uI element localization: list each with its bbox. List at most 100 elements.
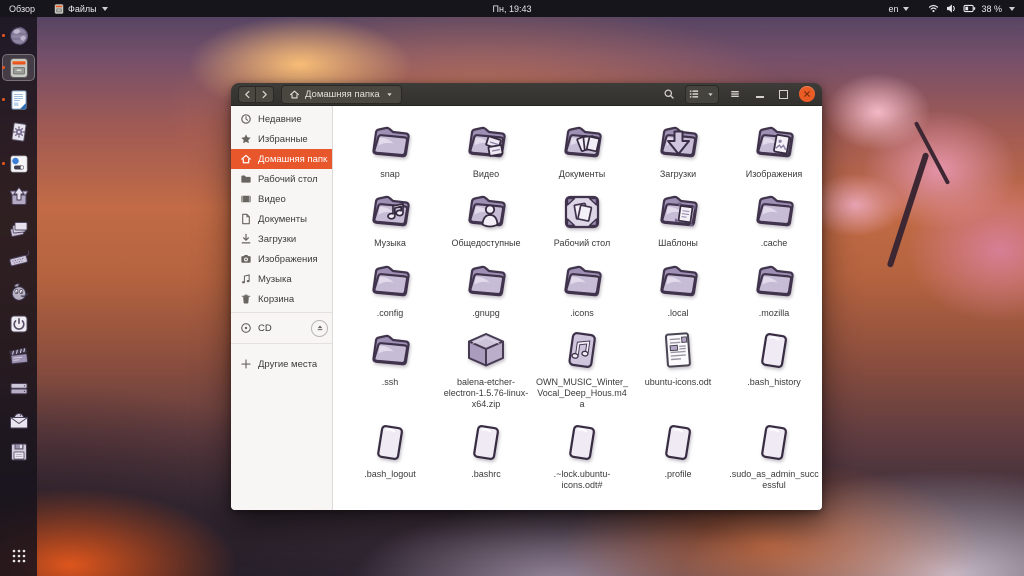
file-item[interactable]: snap	[342, 119, 438, 180]
sidebar-item-label: Другие места	[258, 359, 317, 370]
file-item[interactable]: OWN_MUSIC_Winter_Vocal_Deep_Hous.m4a	[534, 327, 630, 411]
sidebar-item[interactable]: Музыка	[231, 269, 332, 289]
sidebar-item-label: Избранные	[258, 134, 308, 145]
forward-button[interactable]	[256, 86, 274, 103]
file-item[interactable]: Шаблоны	[630, 188, 726, 249]
file-item[interactable]: Рабочий стол	[534, 188, 630, 249]
dock-item-gimp[interactable]	[2, 278, 35, 305]
dock-item-software-install[interactable]	[2, 182, 35, 209]
globe-icon	[7, 24, 31, 48]
star-icon	[240, 133, 252, 145]
file-item[interactable]: .mozilla	[726, 258, 822, 319]
sidebar-item[interactable]: Видео	[231, 189, 332, 209]
sidebar-item[interactable]: Корзина	[231, 289, 332, 309]
file-browser-content[interactable]: snap Видео Документы Загрузки	[333, 106, 822, 510]
search-button[interactable]	[660, 86, 678, 103]
file-item-label: Документы	[559, 169, 605, 180]
dock-item-backup-floppy[interactable]	[2, 438, 35, 465]
file-item[interactable]: balena-etcher-electron-1.5.76-linux-x64.…	[438, 327, 534, 411]
file-item[interactable]: .gnupg	[438, 258, 534, 319]
camera-mini-icon	[240, 253, 252, 265]
file-item[interactable]: Изображения	[726, 119, 822, 180]
sidebar-item-other-places[interactable]: Другие места	[231, 354, 332, 374]
file-item[interactable]: .ssh	[342, 327, 438, 388]
file-item[interactable]: Загрузки	[630, 119, 726, 180]
file-item[interactable]: Документы	[534, 119, 630, 180]
path-bar[interactable]: Домашняя папка	[281, 85, 402, 104]
file-item[interactable]: Общедоступные	[438, 188, 534, 249]
view-options-button[interactable]	[702, 86, 718, 103]
file-item[interactable]: Видео	[438, 119, 534, 180]
sidebar-item-label: Изображения	[258, 254, 318, 265]
navigation-buttons	[238, 86, 274, 103]
sidebar-item[interactable]: Загрузки	[231, 229, 332, 249]
folder-download-icon	[654, 119, 702, 167]
battery-icon	[963, 2, 976, 15]
window-titlebar: Домашняя папка	[231, 83, 822, 106]
view-toggle-button[interactable]	[686, 86, 702, 103]
sidebar-item[interactable]: Документы	[231, 209, 332, 229]
folder-icon	[558, 258, 606, 306]
dock-item-browser[interactable]	[2, 22, 35, 49]
keyboard-layout-label: en	[888, 4, 898, 14]
close-button[interactable]	[799, 86, 815, 102]
dock-item-hard-drive[interactable]	[2, 374, 35, 401]
file-item[interactable]: .profile	[630, 419, 726, 480]
minimize-icon	[756, 96, 764, 98]
folder-public-icon	[462, 188, 510, 236]
dock-item-writer[interactable]	[2, 86, 35, 113]
file-item[interactable]: .icons	[534, 258, 630, 319]
file-item[interactable]: Музыка	[342, 188, 438, 249]
sidebar-item[interactable]: Рабочий стол	[231, 169, 332, 189]
sidebar-item[interactable]: Избранные	[231, 129, 332, 149]
trash-mini-icon	[240, 293, 252, 305]
activities-button[interactable]: Обзор	[0, 0, 44, 17]
sidebar-item[interactable]: Недавние	[231, 109, 332, 129]
dock-item-video-editor[interactable]	[2, 342, 35, 369]
file-item-label: .icons	[570, 308, 594, 319]
dock-item-document-viewer[interactable]	[2, 118, 35, 145]
cd-icon	[240, 322, 252, 334]
dock-item-mail[interactable]	[2, 406, 35, 433]
dock-item-power-app[interactable]	[2, 310, 35, 337]
clapper-icon	[7, 344, 31, 368]
maximize-button[interactable]	[775, 86, 792, 103]
folder-icon	[750, 258, 798, 306]
dock-item-keyboard-tool[interactable]	[2, 246, 35, 273]
file-item-label: .bash_history	[747, 377, 801, 388]
dock-item-documents-stack[interactable]	[2, 214, 35, 241]
file-item[interactable]: .bash_history	[726, 327, 822, 388]
system-status-area[interactable]: 38 %	[918, 0, 1024, 17]
file-item-label: Шаблоны	[658, 238, 698, 249]
sidebar-item[interactable]: Изображения	[231, 249, 332, 269]
file-item[interactable]: .bashrc	[438, 419, 534, 480]
minimize-button[interactable]	[751, 86, 768, 103]
keyboard-layout-indicator[interactable]: en	[879, 0, 918, 17]
power-icon	[7, 312, 31, 336]
file-item[interactable]: ubuntu-icons.odt	[630, 327, 726, 388]
sidebar-item-cd[interactable]: CD	[231, 316, 332, 340]
file-item[interactable]: .~lock.ubuntu-icons.odt#	[534, 419, 630, 492]
gimp-icon	[7, 280, 31, 304]
menu-button[interactable]	[726, 86, 744, 103]
file-item[interactable]: .bash_logout	[342, 419, 438, 480]
app-menu-label: Файлы	[68, 4, 97, 14]
file-item[interactable]: .local	[630, 258, 726, 319]
eject-button[interactable]	[311, 320, 328, 337]
file-item[interactable]: .cache	[726, 188, 822, 249]
file-item[interactable]: .sudo_as_admin_successful	[726, 419, 822, 492]
show-applications-button[interactable]	[2, 542, 35, 569]
sidebar-item-label: Корзина	[258, 294, 294, 305]
dock-item-files[interactable]	[2, 54, 35, 81]
back-button[interactable]	[238, 86, 256, 103]
textfile-icon	[654, 419, 702, 467]
app-menu[interactable]: Файлы	[44, 0, 117, 17]
sidebar-item[interactable]: Домашняя папка	[231, 149, 332, 169]
writer-icon	[7, 88, 31, 112]
file-item[interactable]: .config	[342, 258, 438, 319]
file-item-label: Изображения	[746, 169, 803, 180]
dock-item-settings[interactable]	[2, 150, 35, 177]
folder-mini-icon	[240, 173, 252, 185]
geardoc-icon	[7, 120, 31, 144]
toggles-icon	[7, 152, 31, 176]
